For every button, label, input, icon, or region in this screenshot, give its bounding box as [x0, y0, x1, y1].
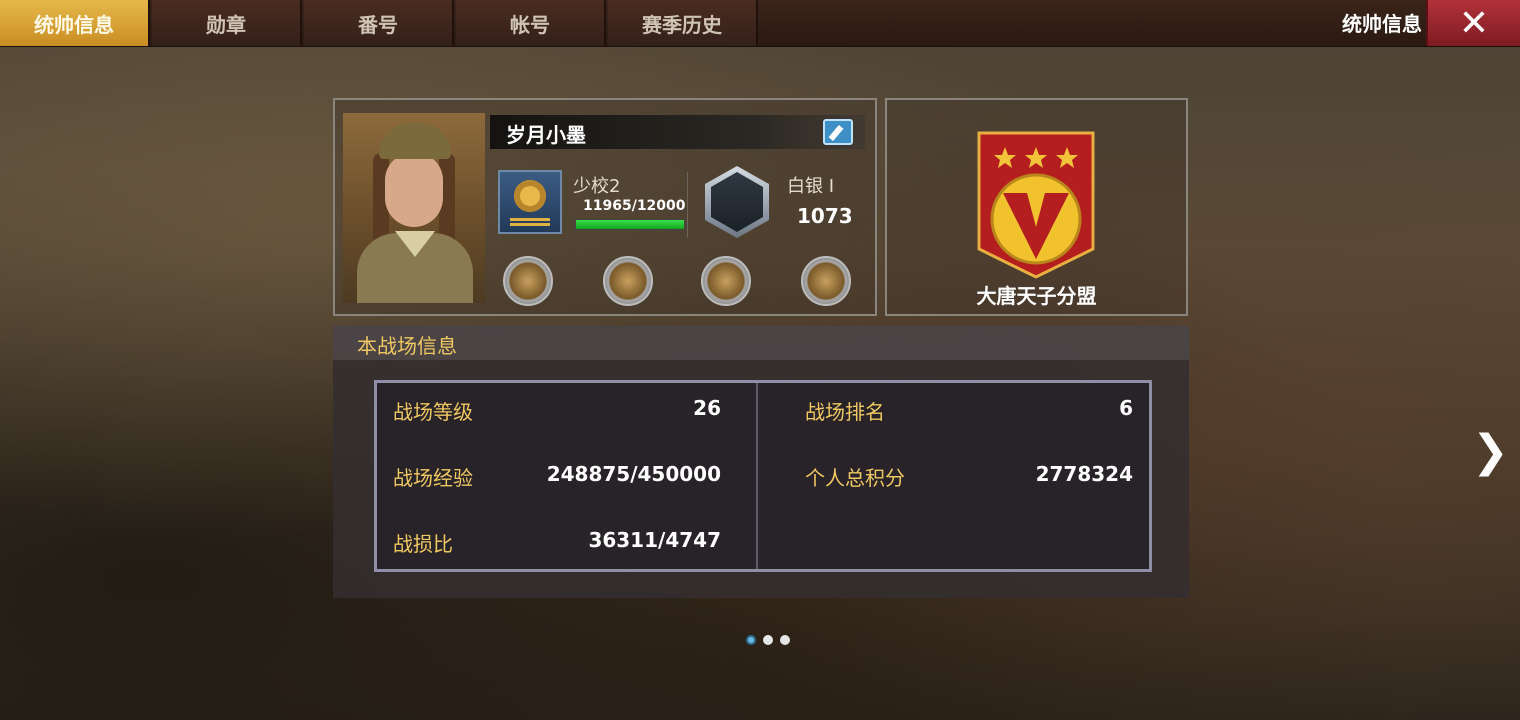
name-bar: 岁月小墨: [490, 115, 865, 149]
medal-icon-1[interactable]: [503, 256, 553, 306]
medal-icon-2[interactable]: [603, 256, 653, 306]
close-icon: ✕: [1458, 2, 1490, 44]
page-dot-2[interactable]: [763, 635, 773, 645]
stat-label-rank: 战场排名: [805, 400, 885, 424]
rank-name: 少校2: [573, 176, 621, 197]
profile-panel: 岁月小墨 少校2 11965/12000 白银 I 1073: [333, 98, 877, 316]
stat-value-total-score: 2778324: [1035, 462, 1133, 486]
stat-label-kd-ratio: 战损比: [393, 532, 453, 556]
commander-portrait[interactable]: [343, 113, 485, 303]
stat-value-kd-ratio: 36311/4747: [588, 528, 721, 552]
tab-unit-designation[interactable]: 番号: [304, 0, 454, 46]
next-page-arrow-icon[interactable]: ❯: [1472, 426, 1509, 477]
stat-value-rank: 6: [1119, 396, 1133, 420]
player-name: 岁月小墨: [506, 123, 586, 147]
rank-exp-bar: [575, 219, 685, 230]
edit-icon[interactable]: [823, 119, 853, 145]
rank-exp-text: 11965/12000: [583, 198, 686, 214]
league-badge-icon[interactable]: [705, 166, 769, 238]
stat-label-exp: 战场经验: [393, 466, 473, 490]
alliance-emblem-icon: [977, 131, 1095, 279]
stat-label-level: 战场等级: [393, 400, 473, 424]
tab-account[interactable]: 帐号: [456, 0, 606, 46]
rank-exp-fill: [576, 220, 684, 229]
battlefield-title: 本战场信息: [357, 334, 457, 358]
battlefield-stats-box: 战场等级 26 战场经验 248875/450000 战损比 36311/474…: [374, 380, 1152, 572]
alliance-name: 大唐天子分盟: [976, 284, 1097, 308]
stat-label-total-score: 个人总积分: [805, 466, 905, 490]
stat-value-exp: 248875/450000: [546, 462, 721, 486]
divider: [687, 172, 688, 238]
tab-commander-info[interactable]: 统帅信息: [0, 0, 150, 46]
rank-insignia-icon[interactable]: [498, 170, 562, 234]
tab-season-history[interactable]: 赛季历史: [608, 0, 758, 46]
close-button[interactable]: ✕: [1426, 0, 1520, 46]
stats-divider: [756, 383, 758, 569]
page-dot-3[interactable]: [780, 635, 790, 645]
stat-value-level: 26: [693, 396, 721, 420]
page-dot-1[interactable]: [746, 635, 756, 645]
medal-icon-3[interactable]: [701, 256, 751, 306]
medal-icon-4[interactable]: [801, 256, 851, 306]
league-name: 白银 I: [787, 176, 835, 197]
top-tab-bar: 统帅信息 勋章 番号 帐号 赛季历史 统帅信息 ✕: [0, 0, 1520, 47]
page-indicator: [746, 635, 790, 647]
window-title: 统帅信息: [1342, 12, 1422, 36]
tab-medals[interactable]: 勋章: [152, 0, 302, 46]
league-score: 1073: [797, 204, 853, 228]
battlefield-panel: 战场等级 26 战场经验 248875/450000 战损比 36311/474…: [333, 360, 1189, 598]
alliance-panel[interactable]: 大唐天子分盟: [885, 98, 1188, 316]
battlefield-header: 本战场信息: [333, 326, 1189, 360]
